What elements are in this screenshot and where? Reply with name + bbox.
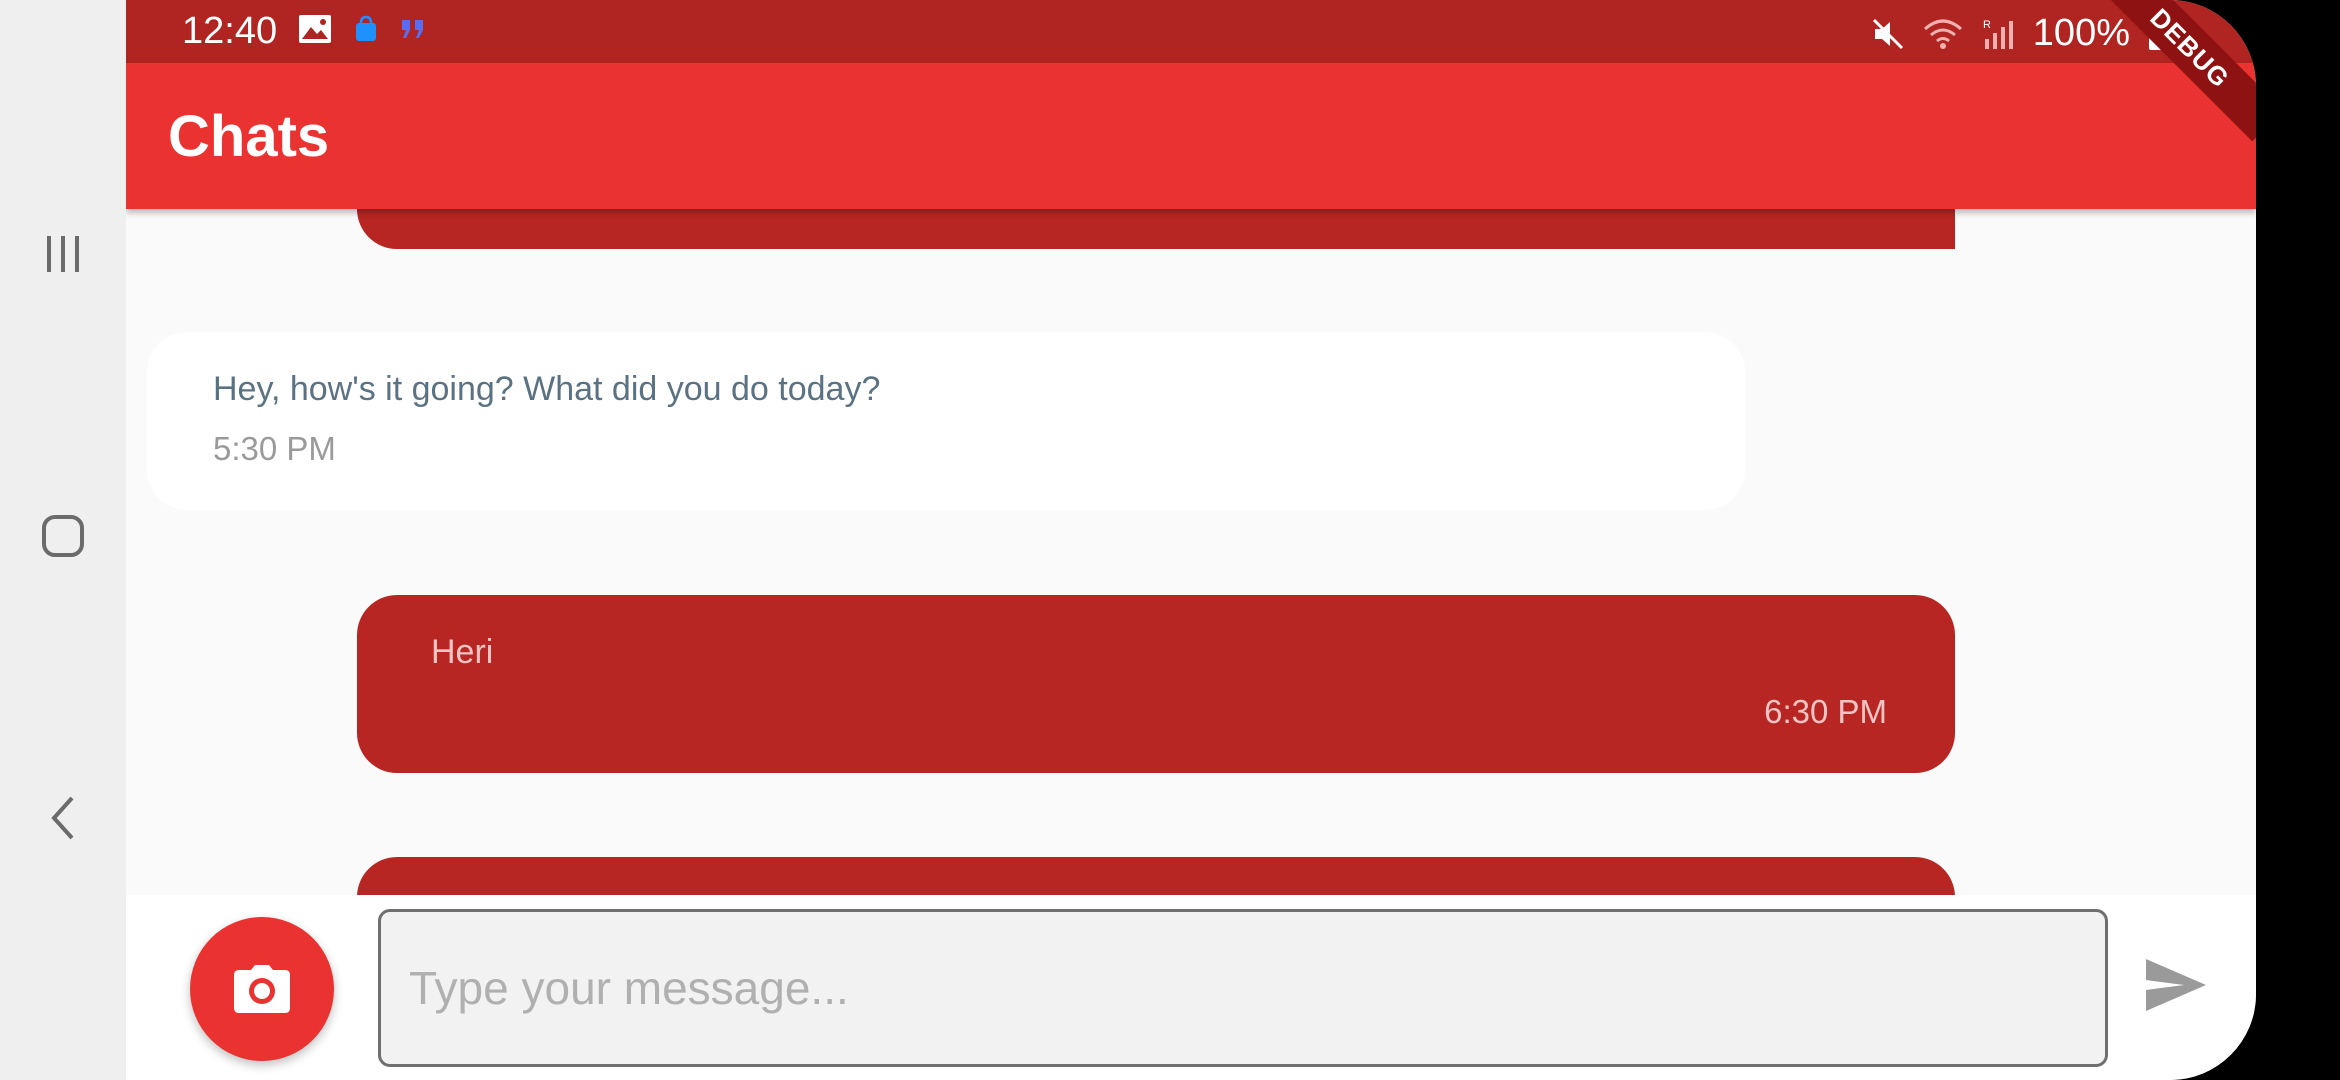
message-text: Heri xyxy=(431,633,494,671)
page-title: Chats xyxy=(168,104,330,169)
home-button[interactable] xyxy=(0,496,126,576)
send-button[interactable] xyxy=(2136,945,2216,1025)
notification-icons xyxy=(298,14,426,44)
home-icon xyxy=(42,515,84,557)
shopping-bag-icon xyxy=(356,15,376,41)
system-status-icons: R 100% xyxy=(1871,12,2168,55)
signal-icon: R xyxy=(1983,19,2013,49)
back-icon xyxy=(51,796,74,840)
message-composer xyxy=(126,895,2256,1080)
send-icon xyxy=(2146,959,2206,1011)
message-time: 5:30 PM xyxy=(213,430,336,467)
app-screen: 12:40 R 100% Chats DEBUG Hey, how's it g… xyxy=(126,0,2256,1080)
message-input[interactable] xyxy=(378,909,2108,1067)
back-button[interactable] xyxy=(0,778,126,858)
message-bubble-received: Hey, how's it going? What did you do tod… xyxy=(147,332,1745,510)
status-bar: 12:40 R 100% xyxy=(126,0,2256,63)
camera-button[interactable] xyxy=(190,917,334,1061)
image-icon xyxy=(299,15,331,43)
message-text: Hey, how's it going? What did you do tod… xyxy=(213,370,881,408)
svg-text:R: R xyxy=(1983,19,1991,31)
battery-percentage: 100% xyxy=(2032,12,2130,54)
message-bubble-sent xyxy=(357,209,1955,249)
status-time: 12:40 xyxy=(182,10,278,52)
android-nav-bar xyxy=(0,0,126,1080)
mute-icon xyxy=(1872,18,1903,49)
wifi-icon xyxy=(1923,19,1962,49)
message-bubble-sent xyxy=(357,857,1955,895)
recent-apps-icon xyxy=(47,236,79,272)
app-bar: Chats xyxy=(126,63,2256,209)
message-list[interactable]: Hey, how's it going? What did you do tod… xyxy=(126,209,2256,895)
camera-icon xyxy=(234,965,290,1013)
message-bubble-sent: Heri 6:30 PM xyxy=(357,595,1955,773)
message-time: 6:30 PM xyxy=(1764,693,1887,730)
recent-apps-button[interactable] xyxy=(0,214,126,294)
quote-icon xyxy=(402,20,423,38)
